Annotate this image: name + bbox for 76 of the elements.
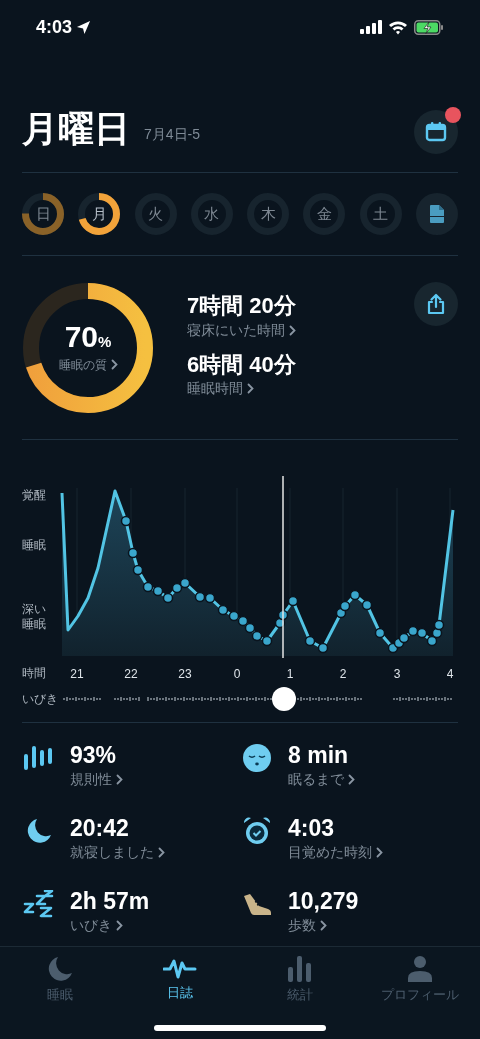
date-range: 7月4日-5 [144, 125, 201, 144]
share-button[interactable] [414, 282, 458, 326]
quality-label: 睡眠の質 [58, 356, 107, 374]
moon-icon [25, 817, 53, 845]
sleep-quality-ring[interactable]: 70% 睡眠の質 [22, 282, 154, 414]
signal-icon [360, 20, 382, 34]
battery-charging-icon [414, 19, 444, 35]
bars-icon [23, 744, 55, 772]
axis-label: 深い睡眠 [22, 602, 47, 632]
hour-label: 0 [233, 666, 241, 683]
day-ring[interactable]: 木 [247, 193, 290, 235]
duration-value: 7時間 20分 [187, 292, 297, 320]
chevron-icon [289, 324, 296, 336]
page-title: 月曜日 [22, 111, 130, 147]
bar-chart-icon [287, 955, 313, 983]
snore-label: いびき [22, 691, 59, 708]
chevron-icon [376, 847, 383, 858]
hour-label: 2 [339, 666, 347, 683]
share-icon [426, 293, 446, 315]
chevron-icon [116, 920, 123, 931]
scrubber-handle[interactable] [272, 687, 296, 711]
document-icon [428, 204, 445, 224]
chevron-icon [348, 774, 355, 785]
status-time: 4:03 [36, 15, 73, 39]
chevron-icon [116, 774, 123, 785]
location-arrow-icon [76, 19, 92, 35]
day-ring[interactable]: 月 [78, 193, 121, 235]
hour-label: 22 [124, 666, 138, 683]
day-ring[interactable]: 土 [359, 193, 402, 235]
tab[interactable]: 睡眠 [0, 955, 120, 1009]
chevron-icon [110, 359, 118, 371]
chevron-icon [247, 383, 254, 394]
calendar-icon [425, 121, 447, 143]
chevron-icon [158, 847, 165, 858]
axis-label: 覚醒 [22, 487, 46, 504]
day-ring[interactable]: 金 [303, 193, 346, 235]
hour-label: 3 [393, 666, 401, 683]
hour-label: 4 [446, 666, 454, 683]
duration-label: 睡眠時間 [187, 379, 243, 398]
day-ring[interactable]: 火 [134, 193, 177, 235]
zzz-icon [23, 890, 55, 918]
shoe-icon [242, 892, 272, 916]
axis-label: 睡眠 [22, 537, 46, 554]
percent-sign: % [98, 333, 112, 353]
report-button[interactable] [415, 193, 458, 235]
stat-value: 4:03 [288, 814, 336, 842]
tab[interactable]: 日誌 [120, 955, 240, 1009]
day-ring[interactable]: 水 [190, 193, 233, 235]
tab[interactable]: プロフィール [360, 955, 480, 1009]
hour-label: 1 [286, 666, 294, 683]
hour-label: 23 [178, 666, 192, 683]
stat-value: 2h 57m [70, 887, 150, 915]
sleepy-face-icon [242, 743, 272, 773]
alarm-clock-icon [242, 816, 272, 846]
stat-label: 歩数 [288, 916, 316, 935]
person-icon [407, 955, 433, 983]
stat-value: 8 min [288, 741, 350, 769]
axis-title: 時間 [22, 665, 47, 682]
moon-icon [46, 955, 74, 983]
stat-value: 93% [70, 741, 118, 769]
stat-value: 20:42 [70, 814, 130, 842]
stat-label: いびき [70, 916, 112, 935]
duration-value: 6時間 40分 [187, 350, 297, 378]
stat-label: 目覚めた時刻 [288, 843, 372, 862]
stat-label: 規則性 [70, 770, 112, 789]
stat-label: 就寝しました [70, 843, 154, 862]
calendar-button[interactable] [414, 110, 458, 154]
chevron-icon [320, 920, 327, 931]
duration-label: 寝床にいた時間 [187, 320, 285, 340]
quality-score: 70 [64, 322, 98, 353]
wifi-icon [388, 19, 408, 35]
stat-label: 眠るまで [288, 770, 344, 789]
stat-value: 10,279 [288, 887, 359, 915]
hour-label: 21 [70, 666, 84, 683]
day-ring[interactable]: 日 [22, 193, 64, 235]
tab[interactable]: 統計 [240, 955, 360, 1009]
